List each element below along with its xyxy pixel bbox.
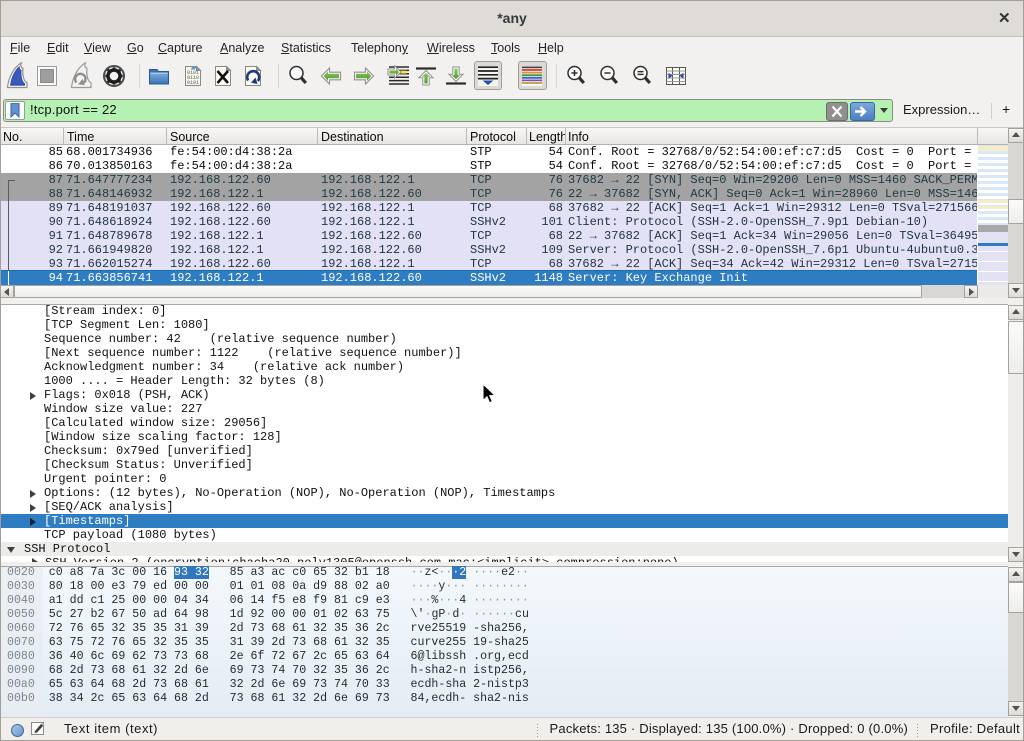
svg-text:0101: 0101 [187,80,199,86]
